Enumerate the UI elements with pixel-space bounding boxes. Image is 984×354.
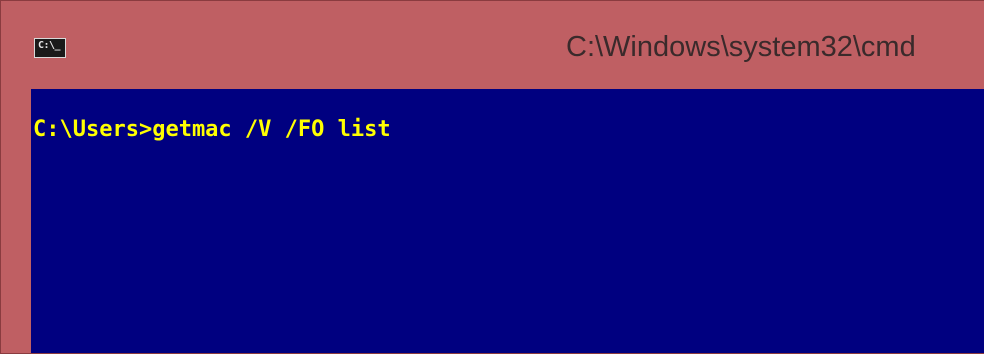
title-bar[interactable]: C:\_ C:\Windows\system32\cmd bbox=[1, 1, 984, 89]
cmd-window: C:\_ C:\Windows\system32\cmd C:\Users>ge… bbox=[0, 0, 984, 354]
window-title: C:\Windows\system32\cmd bbox=[566, 31, 916, 63]
command-prompt-icon[interactable]: C:\_ bbox=[34, 38, 66, 58]
command-prompt-icon-label: C:\_ bbox=[38, 40, 61, 51]
console-line: C:\Users>getmac /V /FO list bbox=[33, 117, 391, 142]
console-area[interactable]: C:\Users>getmac /V /FO list bbox=[31, 89, 984, 353]
